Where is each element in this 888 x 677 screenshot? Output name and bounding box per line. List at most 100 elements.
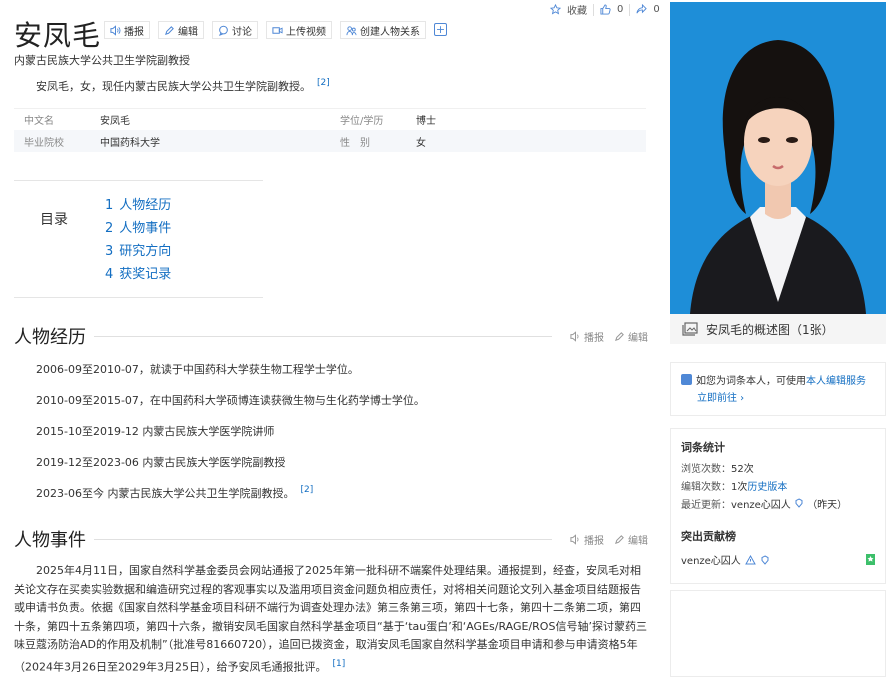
self-edit-link[interactable]: 本人编辑服务 — [806, 376, 866, 387]
edit-label: 编辑 — [628, 332, 648, 344]
section-header-events: 人物事件 播报 编辑 — [14, 526, 648, 552]
photo-caption-text: 安凤毛的概述图（1张） — [706, 322, 834, 337]
contrib-row: venze心囚人 — [681, 552, 875, 567]
section-title: 人物事件 — [14, 530, 86, 551]
toc-label: 目录 — [40, 212, 68, 228]
summary-text: 安凤毛，女，现任内蒙古民族大学公共卫生学院副教授。 — [36, 80, 311, 93]
info-key: 毕业院校 — [24, 137, 64, 149]
edits-label: 编辑次数： — [681, 482, 731, 493]
bookmark-icon[interactable] — [866, 554, 875, 565]
experience-item: 2023-06至今 内蒙古民族大学公共卫生学院副教授。 — [36, 487, 295, 500]
favorite-label[interactable]: 收藏 — [567, 2, 587, 17]
info-row: 毕业院校 中国药科大学 性 别 女 — [14, 130, 646, 152]
updated-time: （昨天） — [807, 500, 848, 511]
edit-icon — [165, 25, 174, 35]
edit-label: 编辑 — [178, 26, 198, 38]
info-table: 中文名 安凤毛 学位/学历 博士 毕业院校 中国药科大学 性 别 女 — [14, 108, 646, 152]
speaker-icon — [570, 330, 579, 342]
section-divider — [94, 538, 552, 540]
claim-prefix: 如您为词条本人，可使用 — [696, 376, 806, 387]
create-relation-label: 创建人物关系 — [360, 26, 420, 38]
info-key: 性 别 — [340, 137, 370, 149]
section-broadcast-button[interactable]: 播报 — [570, 532, 604, 547]
history-link[interactable]: 历史版本 — [747, 482, 787, 493]
empty-card — [670, 590, 886, 677]
events-ref[interactable]: [1] — [332, 659, 345, 669]
toc-number: 4 — [105, 267, 114, 282]
toc-number: 3 — [105, 244, 114, 259]
edit-button[interactable]: 编辑 — [158, 21, 204, 39]
section-title: 人物经历 — [14, 327, 86, 348]
broadcast-button[interactable]: 播报 — [104, 21, 150, 39]
star-icon[interactable] — [550, 4, 561, 15]
discuss-button[interactable]: 讨论 — [212, 21, 258, 39]
page-title: 安凤毛 — [14, 19, 102, 52]
updated-user[interactable]: venze心囚人 — [731, 500, 791, 511]
upload-video-button[interactable]: 上传视频 — [266, 21, 332, 39]
experience-item-last: 2023-06至今 内蒙古民族大学公共卫生学院副教授。 [2] — [36, 485, 313, 501]
video-icon — [272, 26, 283, 34]
title-toolbar: 播报 编辑 讨论 上传视频 创建人物关系 + — [104, 21, 447, 39]
table-of-contents: 目录 1 人物经历 2 人物事件 3 研究方向 4 获奖记录 — [14, 180, 263, 298]
info-key: 学位/学历 — [340, 116, 384, 127]
create-relation-button[interactable]: 创建人物关系 — [340, 21, 426, 39]
info-row: 中文名 安凤毛 学位/学历 博士 — [14, 108, 646, 130]
edits-value: 1次 — [731, 482, 748, 493]
go-now-link[interactable]: 立即前往 › — [697, 393, 744, 404]
upload-video-label: 上传视频 — [286, 26, 326, 38]
broadcast-label: 播报 — [124, 26, 144, 38]
portrait-image — [670, 2, 886, 314]
toc-item[interactable]: 1 人物经历 — [105, 194, 171, 217]
section-edit-button[interactable]: 编辑 — [614, 532, 648, 547]
user-badge-icon — [681, 374, 692, 385]
stats-card: 词条统计 浏览次数：52次 编辑次数：1次历史版本 最近更新：venze心囚人 … — [670, 428, 886, 528]
add-button[interactable]: + — [434, 23, 447, 36]
divider — [629, 3, 631, 16]
edits-row: 编辑次数：1次历史版本 — [681, 479, 875, 497]
top-actions: 收藏 0 0 — [550, 2, 660, 17]
school-link[interactable]: 中国药科大学 — [100, 134, 340, 149]
speaker-icon — [570, 533, 579, 545]
toc-item-label: 获奖记录 — [119, 267, 172, 282]
stats-title: 词条统计 — [681, 441, 725, 454]
summary-ref[interactable]: [2] — [317, 78, 330, 88]
toc-item[interactable]: 2 人物事件 — [105, 217, 171, 240]
toc-item-label: 研究方向 — [119, 244, 172, 259]
photo-caption[interactable]: 安凤毛的概述图（1张） — [670, 314, 886, 344]
divider — [593, 3, 594, 16]
info-key: 中文名 — [24, 116, 54, 127]
toc-item-label: 人物经历 — [119, 198, 172, 213]
portrait-photo[interactable] — [670, 2, 886, 314]
section-broadcast-button[interactable]: 播报 — [570, 329, 604, 344]
toc-number: 2 — [105, 221, 114, 236]
discuss-label: 讨论 — [232, 26, 252, 38]
toc-item[interactable]: 3 研究方向 — [105, 240, 171, 263]
events-text: 2025年4月11日，国家自然科学基金委员会网站通报了2025年第一批科研不端案… — [14, 564, 647, 674]
info-value: 博士 — [416, 116, 436, 127]
like-count: 0 — [617, 4, 624, 15]
section-header-experience: 人物经历 播报 编辑 — [14, 323, 648, 349]
updated-label: 最近更新： — [681, 500, 731, 511]
page-subtitle: 内蒙古民族大学公共卫生学院副教授 — [14, 54, 190, 67]
views-row: 浏览次数：52次 — [681, 461, 875, 479]
broadcast-label: 播报 — [584, 332, 604, 344]
events-paragraph: 2025年4月11日，国家自然科学基金委员会网站通报了2025年第一批科研不端案… — [14, 562, 648, 677]
claim-line: 如您为词条本人，可使用本人编辑服务 — [681, 373, 875, 390]
experience-item: 2006-09至2010-07，就读于中国药科大学获生物工程学士学位。 — [36, 363, 359, 376]
edit-icon — [615, 331, 624, 341]
toc-item[interactable]: 4 获奖记录 — [105, 263, 171, 286]
toc-item-label: 人物事件 — [119, 221, 172, 236]
views-value: 52次 — [731, 464, 754, 475]
toc-list: 1 人物经历 2 人物事件 3 研究方向 4 获奖记录 — [105, 194, 171, 286]
experience-ref[interactable]: [2] — [300, 485, 313, 495]
experience-item: 2019-12至2023-06 内蒙古民族大学医学院副教授 — [36, 456, 286, 469]
thumbs-up-icon[interactable] — [600, 4, 611, 15]
contributors-card: 突出贡献榜 venze心囚人 — [670, 522, 886, 584]
section-edit-button[interactable]: 编辑 — [614, 329, 648, 344]
info-value: 女 — [416, 137, 426, 149]
share-icon[interactable] — [636, 4, 648, 15]
experience-item: 2015-10至2019-12 内蒙古民族大学医学院讲师 — [36, 425, 275, 438]
info-value: 安凤毛 — [100, 116, 130, 127]
edit-icon — [615, 534, 624, 544]
contrib-user[interactable]: venze心囚人 — [681, 552, 741, 567]
